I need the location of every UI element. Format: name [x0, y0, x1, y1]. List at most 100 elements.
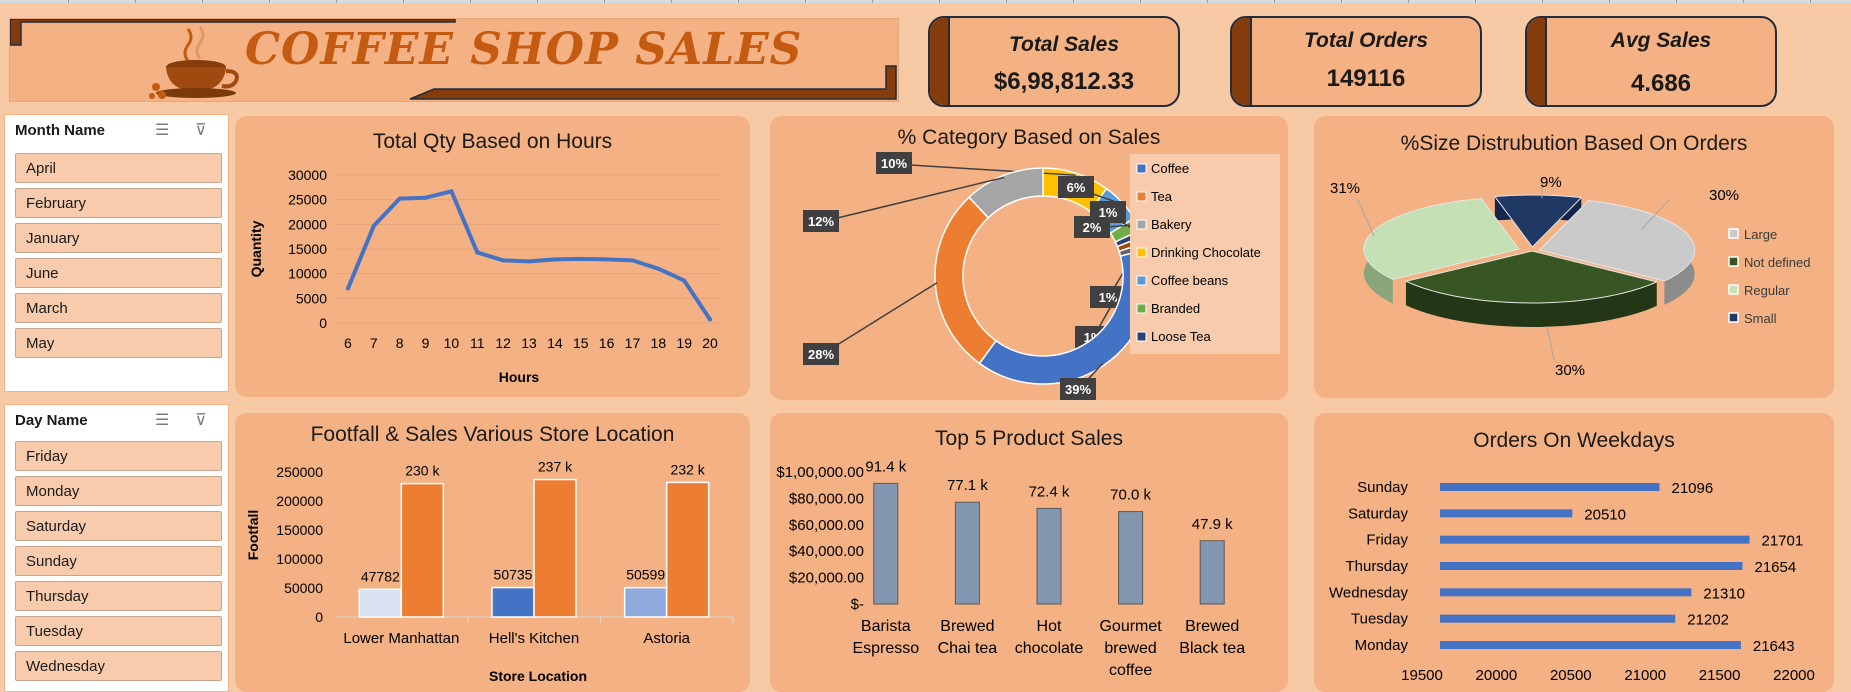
y-tick-label: 50000	[284, 580, 323, 596]
legend-label: Tea	[1151, 189, 1173, 204]
x-tick-label: 6	[344, 335, 352, 351]
y-tick-label: Saturday	[1348, 505, 1409, 522]
column-divider	[1542, 0, 1543, 3]
column-divider	[1274, 0, 1275, 3]
data-label: 20510	[1584, 506, 1626, 523]
series-line	[346, 189, 712, 321]
x-tick-label: 20000	[1476, 667, 1518, 684]
x-tick-label: 9	[422, 335, 430, 351]
column-divider	[939, 0, 940, 3]
y-tick-label: 10000	[288, 266, 327, 282]
day-slicer: Day Name ☰ ⊽ Friday Monday Saturday Sund…	[4, 404, 229, 692]
slicer-item-month[interactable]: April	[15, 153, 222, 183]
data-label: 21096	[1671, 480, 1713, 497]
x-tick-label: Barista	[861, 618, 911, 635]
footfall-bar-chart: 0 50000 100000 150000 200000 250000 47782 230 k…	[245, 459, 734, 684]
y-tick-label: 150000	[276, 522, 323, 538]
bar	[1440, 483, 1660, 491]
kpi-value: 149116	[1326, 65, 1406, 92]
legend-swatch	[1136, 275, 1147, 286]
x-tick-label: brewed	[1104, 640, 1156, 657]
slicer-item-month[interactable]: February	[15, 188, 222, 218]
column-divider	[1207, 0, 1208, 3]
bar	[491, 586, 535, 618]
size-chart-panel: %Size Distrubution Based On Orders 30% 30…	[1314, 116, 1834, 398]
data-label: 21202	[1687, 612, 1729, 629]
x-tick-label: 7	[370, 335, 378, 351]
slicer-title: Day Name	[15, 412, 88, 429]
slicer-item-month[interactable]: January	[15, 223, 222, 253]
data-label: 47.9 k	[1192, 516, 1233, 533]
bar	[1440, 641, 1741, 649]
bar	[1036, 507, 1062, 605]
slicer-item-month[interactable]: March	[15, 293, 222, 323]
sheet-column-strip	[0, 0, 1851, 3]
column-divider	[1140, 0, 1141, 3]
slicer-item-day[interactable]: Thursday	[15, 581, 222, 611]
data-label: 30%	[1555, 362, 1585, 379]
data-label: 9%	[1540, 174, 1562, 191]
clear-filter-icon[interactable]: ⊽	[195, 120, 207, 140]
x-tick-label: 22000	[1773, 667, 1815, 684]
data-point	[501, 258, 506, 263]
bar	[1440, 509, 1573, 518]
column-divider	[1408, 0, 1409, 3]
slicer-item-day[interactable]: Wednesday	[15, 651, 222, 681]
kpi-total-orders: Total Orders 149116	[1230, 16, 1482, 107]
data-label: 28%	[808, 347, 834, 362]
x-tick-label: 12	[495, 335, 511, 351]
kpi-value: $6,98,812.33	[993, 68, 1135, 95]
slicer-item-day[interactable]: Tuesday	[15, 616, 222, 646]
x-tick-label: 11	[470, 335, 485, 351]
column-divider	[872, 0, 873, 3]
x-tick-label: Astoria	[643, 630, 690, 647]
bar	[665, 481, 710, 618]
slicer-item-day[interactable]: Sunday	[15, 546, 222, 576]
y-tick-label: Sunday	[1357, 479, 1408, 496]
data-label: 21643	[1753, 638, 1795, 655]
legend-swatch	[1136, 219, 1147, 230]
legend-swatch	[1136, 247, 1147, 258]
x-tick-label: 21000	[1624, 667, 1666, 684]
data-point	[397, 196, 402, 201]
slicer-item-month[interactable]: May	[15, 328, 222, 358]
x-tick-label: Espresso	[852, 640, 919, 657]
slicer-item-day[interactable]: Saturday	[15, 511, 222, 541]
x-tick-label: 8	[396, 335, 404, 351]
slicer-item-day[interactable]: Monday	[15, 476, 222, 506]
data-label: 91.4 k	[865, 458, 906, 475]
x-tick-label: chocolate	[1015, 640, 1084, 657]
data-label: 39%	[1065, 382, 1091, 397]
multi-select-icon[interactable]: ☰	[155, 410, 169, 430]
data-point	[604, 257, 609, 262]
legend-swatch	[1728, 256, 1739, 267]
x-tick-label: 21500	[1699, 667, 1741, 684]
y-tick-label: 0	[315, 609, 323, 625]
weekdays-bar-chart: 19500 20000 20500 21000 21500 22000 Sunday 2109…	[1329, 479, 1815, 684]
data-label: 21654	[1755, 559, 1797, 576]
x-tick-label: 17	[625, 335, 641, 351]
slicer-item-month[interactable]: June	[15, 258, 222, 288]
multi-select-icon[interactable]: ☰	[155, 120, 169, 140]
clear-filter-icon[interactable]: ⊽	[195, 410, 207, 430]
data-label: 30%	[1709, 187, 1739, 204]
data-label: 50735	[494, 567, 533, 583]
x-tick-label: 20500	[1550, 667, 1592, 684]
column-divider	[1810, 0, 1811, 3]
bar	[1440, 535, 1750, 544]
slicer-header: Month Name ☰ ⊽	[5, 115, 228, 145]
data-point	[449, 189, 454, 194]
y-tick-label: 100000	[276, 551, 323, 567]
bar	[1440, 588, 1692, 597]
y-tick-label: Friday	[1366, 532, 1408, 549]
legend-label: Not defined	[1744, 255, 1811, 270]
data-label: 50599	[626, 567, 665, 583]
data-point	[371, 223, 376, 228]
kpi-total-sales: Total Sales $6,98,812.33	[928, 16, 1180, 107]
column-divider	[1073, 0, 1074, 3]
x-tick-label: Brewed	[1185, 618, 1239, 635]
data-point	[552, 257, 557, 262]
size-pie-chart: 30% 30% 31% 9% Large Not defined Regular Small	[1330, 174, 1811, 379]
slicer-item-day[interactable]: Friday	[15, 441, 222, 471]
leader-line	[1357, 199, 1375, 237]
